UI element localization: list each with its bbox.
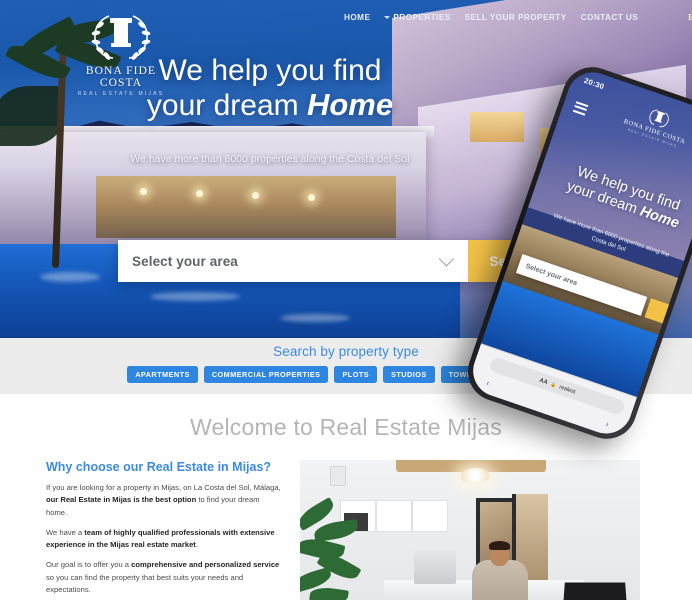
person-body bbox=[472, 560, 528, 600]
area-select-placeholder: Select your area bbox=[132, 253, 238, 269]
tag-plots[interactable]: PLOTS bbox=[334, 366, 378, 383]
potted-plant bbox=[300, 497, 376, 600]
area-select[interactable]: Select your area bbox=[118, 240, 468, 282]
browser-forward-icon[interactable]: › bbox=[604, 419, 610, 429]
nav-item-properties[interactable]: PROPERTIES bbox=[384, 13, 450, 22]
site-logo[interactable]: BONA FIDE COSTA REAL ESTATE MIJAS bbox=[68, 8, 174, 97]
wall-unit-icon bbox=[330, 466, 346, 486]
villa-glass-front bbox=[96, 176, 396, 238]
laptop bbox=[563, 582, 627, 600]
nav-item-sell-your-property[interactable]: SELL YOUR PROPERTY bbox=[465, 13, 567, 22]
villa-lamp-2 bbox=[196, 190, 203, 197]
about-paragraph-1: If you are looking for a property in Mij… bbox=[46, 483, 281, 517]
main-nav: HOME PROPERTIES SELL YOUR PROPERTY CONTA… bbox=[344, 13, 692, 22]
nav-item-contact-us[interactable]: CONTACT US bbox=[581, 13, 639, 22]
nav-item-home[interactable]: HOME bbox=[344, 13, 370, 22]
villa-lamp-4 bbox=[308, 194, 315, 201]
laurel-wreath-column-icon bbox=[79, 8, 163, 64]
content-section: Why choose our Real Estate in Mijas? If … bbox=[0, 460, 692, 600]
about-paragraph-2: We have a team of highly qualified profe… bbox=[46, 527, 275, 550]
browser-back-icon[interactable]: ‹ bbox=[485, 378, 491, 388]
pool-reflection-2 bbox=[150, 292, 240, 301]
desktop-monitor bbox=[414, 550, 456, 584]
hero-subtitle: We have more than 6000 properties along … bbox=[130, 154, 410, 166]
about-column: Why choose our Real Estate in Mijas? If … bbox=[46, 460, 282, 600]
pool-reflection-3 bbox=[280, 314, 350, 322]
lock-icon: 🔒 bbox=[549, 380, 558, 389]
page-root: HOME PROPERTIES SELL YOUR PROPERTY CONTA… bbox=[0, 0, 692, 600]
tag-apartments[interactable]: APARTMENTS bbox=[127, 366, 198, 383]
lang-english[interactable]: ENGLISH bbox=[688, 13, 692, 22]
chevron-down-icon bbox=[384, 15, 391, 19]
tag-studios[interactable]: STUDIOS bbox=[383, 366, 435, 383]
villa-lamp-1 bbox=[140, 188, 147, 195]
villa-lamp-3 bbox=[252, 192, 259, 199]
hero-search-bar: Select your area Search bbox=[118, 240, 556, 282]
person-hair bbox=[489, 541, 510, 550]
logo-subtitle: REAL ESTATE MIJAS bbox=[77, 91, 165, 97]
ceiling-light bbox=[460, 468, 490, 484]
language-switcher: ENGLISH ESPAÑOL bbox=[688, 13, 692, 22]
pool-reflection-1 bbox=[40, 272, 100, 282]
logo-name: BONA FIDE COSTA bbox=[85, 65, 157, 89]
hero-headline-emphasis: Home bbox=[306, 86, 394, 122]
tag-commercial-properties[interactable]: COMMERCIAL PROPERTIES bbox=[203, 366, 329, 383]
text-size-aa-icon[interactable]: AA bbox=[539, 377, 549, 385]
about-paragraph-3: Our goal is to offer you a comprehensive… bbox=[46, 560, 280, 595]
phone-url-host: realest bbox=[558, 383, 577, 396]
office-photo bbox=[300, 460, 640, 600]
chevron-down-icon bbox=[438, 251, 455, 267]
about-heading: Why choose our Real Estate in Mijas? bbox=[46, 460, 272, 474]
